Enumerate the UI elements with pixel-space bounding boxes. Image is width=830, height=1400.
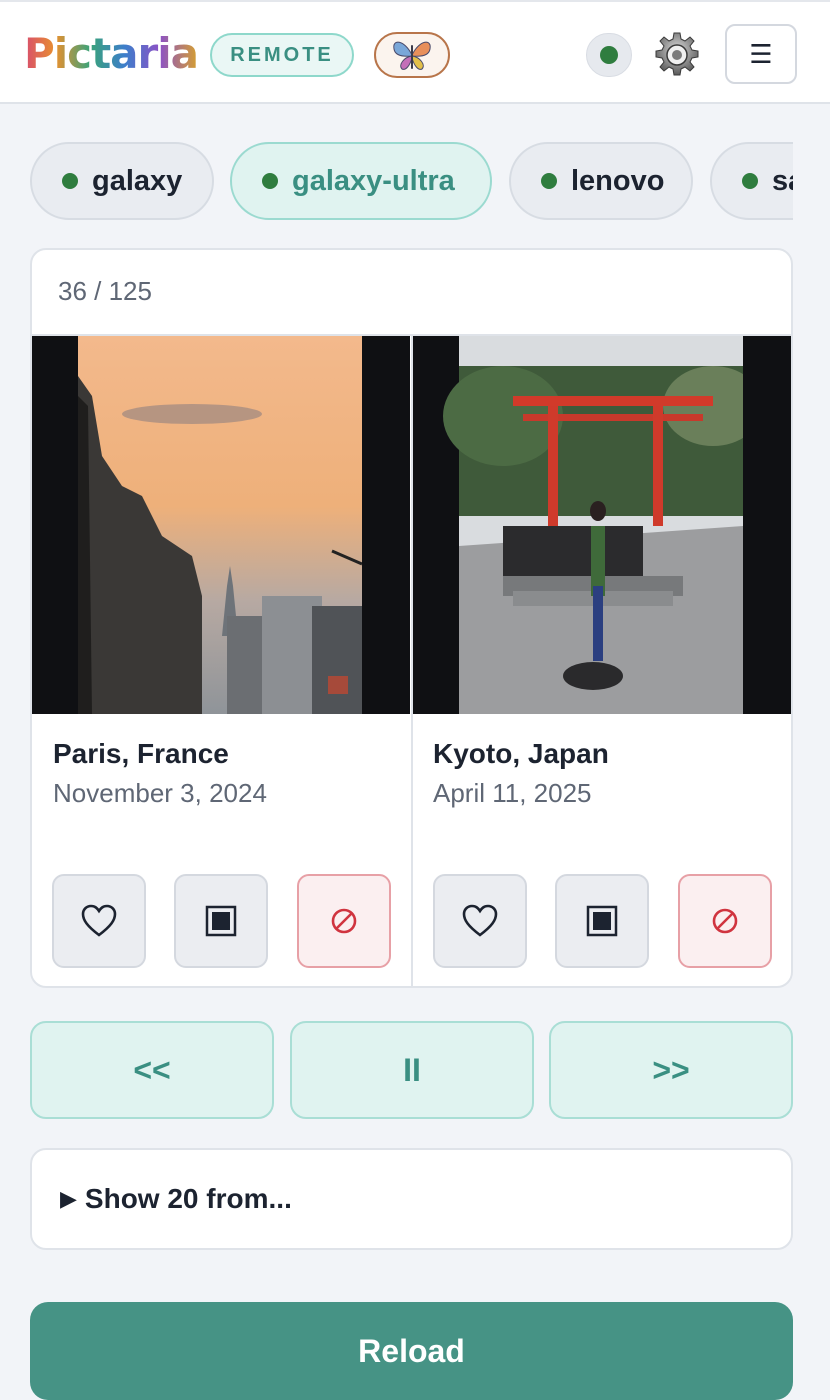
photo-kyoto[interactable] [413,336,791,714]
column-divider [411,334,413,986]
frame-button[interactable] [555,874,649,968]
status-dot-icon [600,46,618,64]
next-button[interactable]: >> [549,1021,793,1119]
show-from-disclosure[interactable]: ▶ Show 20 from... [30,1148,793,1250]
gear-icon[interactable] [652,30,702,80]
block-button[interactable] [678,874,772,968]
online-dot-icon [262,173,278,189]
photo-title: Kyoto, Japan [433,738,609,769]
butterfly-icon [393,41,431,70]
online-dot-icon [742,173,758,189]
block-button[interactable] [297,874,391,968]
heart-icon [81,904,117,937]
photo-viewer-card: 36 / 125 Paris, France November 3, 2024 … [30,248,793,988]
frame-button[interactable] [174,874,268,968]
device-chip-samsung[interactable]: samsung [710,142,793,220]
device-chip-label: lenovo [571,164,665,197]
heart-icon [462,904,498,937]
device-chip-lenovo[interactable]: lenovo [509,142,693,220]
photo-date: April 11, 2025 [433,778,592,808]
app-logo: Pictaria [24,29,199,78]
device-chip-label: galaxy-ultra [292,164,455,197]
online-dot-icon [541,173,557,189]
device-chip-label: galaxy [92,164,183,197]
block-icon [712,908,738,934]
disclosure-triangle-icon: ▶ [60,1186,77,1211]
block-icon [331,908,357,934]
connection-status[interactable] [586,33,632,77]
device-chip-galaxy-ultra[interactable]: galaxy-ultra [230,142,492,220]
device-chip-bar: galaxy galaxy-ultra lenovo samsung [30,142,793,220]
butterfly-button[interactable] [374,32,450,78]
photo-title: Paris, France [53,738,229,769]
online-dot-icon [62,173,78,189]
pause-button[interactable]: II [290,1021,534,1119]
photo-counter: 36 / 125 [58,276,152,306]
frame-icon [205,905,237,937]
photo-paris[interactable] [32,336,410,714]
reload-button[interactable]: Reload [30,1302,793,1400]
device-chip-label: samsung [772,164,793,197]
frame-icon [586,905,618,937]
show-from-label: Show 20 from... [84,1183,292,1214]
previous-button[interactable]: << [30,1021,274,1119]
device-chip-galaxy[interactable]: galaxy [30,142,214,220]
photo-date: November 3, 2024 [53,778,267,808]
like-button[interactable] [433,874,527,968]
like-button[interactable] [52,874,146,968]
menu-button[interactable]: ☰ [725,24,797,84]
app-header: Pictaria REMOTE ☰ [0,0,830,104]
remote-mode-badge[interactable]: REMOTE [210,33,354,77]
